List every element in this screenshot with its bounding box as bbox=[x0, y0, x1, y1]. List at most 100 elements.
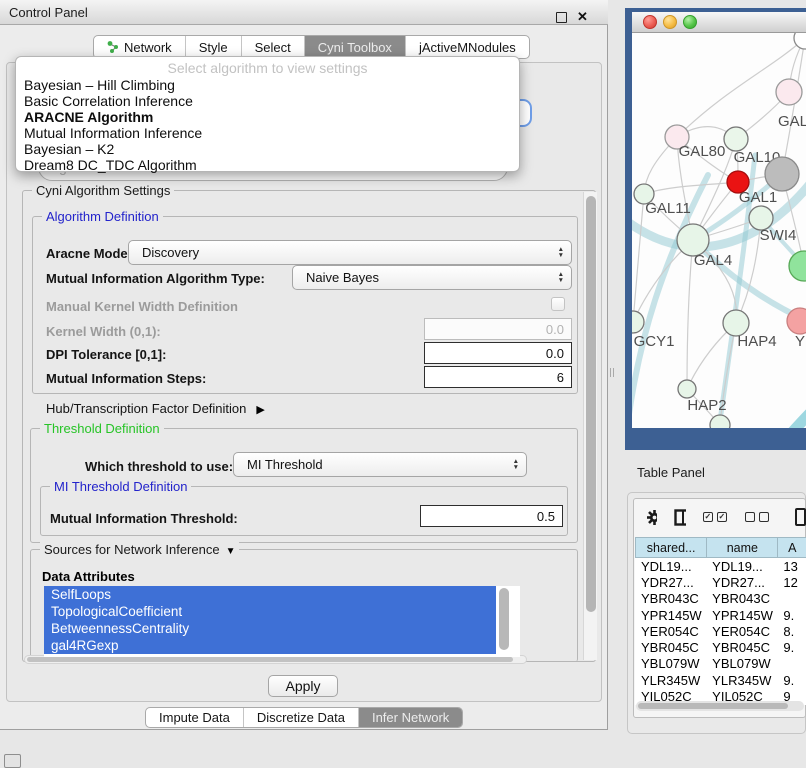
data-attributes-list[interactable]: SelfLoopsTopologicalCoefficientBetweenne… bbox=[44, 586, 520, 657]
data-attribute-item[interactable]: SelfLoops bbox=[44, 586, 496, 603]
list-scrollbar-thumb[interactable] bbox=[499, 588, 509, 650]
zoom-traffic-light-icon[interactable] bbox=[683, 15, 697, 29]
table-cell bbox=[777, 591, 806, 607]
network-node-gal10[interactable] bbox=[724, 127, 748, 151]
algorithm-option[interactable]: ARACNE Algorithm bbox=[16, 109, 519, 125]
stepper-arrows-icon bbox=[558, 247, 564, 258]
tab-select[interactable]: Select bbox=[242, 36, 305, 58]
tab-label: Style bbox=[199, 40, 228, 55]
sources-group-title[interactable]: Sources for Network Inference bbox=[40, 542, 239, 557]
network-node[interactable] bbox=[794, 33, 806, 49]
network-node-label: GCY1 bbox=[634, 333, 675, 350]
stepper-arrows-icon bbox=[558, 272, 564, 283]
table-cell: YBL079W bbox=[635, 656, 706, 672]
table-row[interactable]: YBR045CYBR045C9. bbox=[635, 639, 806, 655]
table-row[interactable]: YDL19...YDL19...13 bbox=[635, 558, 806, 574]
network-node-hap2[interactable] bbox=[678, 380, 696, 398]
network-nodes[interactable]: GALGAL80GAL10GAL1GAL11SWI4GAL4GCY1HAP4YH… bbox=[632, 33, 806, 428]
network-graph: GALGAL80GAL10GAL1GAL11SWI4GAL4GCY1HAP4YH… bbox=[632, 33, 806, 428]
hub-definition-toggle[interactable]: Hub/Transcription Factor Definition bbox=[46, 401, 265, 416]
checked-columns-icon[interactable]: ✓ ✓ bbox=[703, 512, 731, 522]
network-view-window[interactable]: GALGAL80GAL10GAL1GAL11SWI4GAL4GCY1HAP4YH… bbox=[625, 8, 806, 450]
algorithm-option[interactable]: Bayesian – K2 bbox=[16, 141, 519, 157]
table-row[interactable]: YPR145WYPR145W9. bbox=[635, 607, 806, 623]
table-row[interactable]: YER054CYER054C8. bbox=[635, 623, 806, 639]
mi-threshold-field[interactable]: 0.5 bbox=[420, 505, 563, 527]
cyni-bottom-tabs: Impute Data Discretize DataInfer Network bbox=[145, 707, 463, 728]
network-node[interactable] bbox=[765, 157, 799, 191]
dpi-tolerance-label: DPI Tolerance [0,1]: bbox=[46, 347, 166, 362]
node-table[interactable]: shared...nameA YDL19...YDL19...13YDR27..… bbox=[635, 537, 806, 705]
column-header[interactable]: A bbox=[777, 537, 806, 558]
network-node-gal[interactable] bbox=[776, 79, 802, 105]
tab-label: Cyni Toolbox bbox=[318, 40, 392, 55]
table-cell: YDR27... bbox=[706, 574, 777, 590]
tab-jactivemnodules[interactable]: jActiveMNodules bbox=[406, 36, 529, 58]
table-row[interactable]: YLR345WYLR345W9. bbox=[635, 672, 806, 688]
close-icon[interactable]: ✕ bbox=[577, 9, 588, 25]
tab-label: jActiveMNodules bbox=[419, 40, 516, 55]
stepper-arrows-icon bbox=[513, 459, 519, 470]
tab-infer-network[interactable]: Infer Network bbox=[359, 708, 462, 727]
table-cell: YBR045C bbox=[635, 639, 706, 655]
kernel-width-label: Kernel Width (0,1): bbox=[46, 324, 161, 339]
settings-scrollbar[interactable] bbox=[583, 192, 597, 660]
algorithm-option[interactable]: Dream8 DC_TDC Algorithm bbox=[16, 157, 519, 173]
gear-icon[interactable] bbox=[646, 509, 657, 526]
tab-style[interactable]: Style bbox=[186, 36, 242, 58]
tab-label: Impute Data bbox=[159, 710, 230, 725]
network-canvas[interactable]: GALGAL80GAL10GAL1GAL11SWI4GAL4GCY1HAP4YH… bbox=[632, 33, 806, 428]
table-cell: 9. bbox=[777, 639, 806, 655]
apply-button[interactable]: Apply bbox=[268, 675, 338, 697]
kernel-width-field[interactable]: 0.0 bbox=[424, 318, 572, 340]
table-row[interactable]: YBL079WYBL079W bbox=[635, 656, 806, 672]
table-cell: YLR345W bbox=[706, 672, 777, 688]
table-cell: 9. bbox=[777, 672, 806, 688]
which-threshold-select[interactable]: MI Threshold bbox=[233, 452, 527, 477]
unchecked-columns-icon[interactable] bbox=[745, 512, 773, 522]
table-row[interactable]: YDR27...YDR27...12 bbox=[635, 574, 806, 590]
table-cell: 12 bbox=[777, 574, 806, 590]
close-traffic-light-icon[interactable] bbox=[643, 15, 657, 29]
export-table-icon[interactable] bbox=[795, 508, 806, 526]
split-columns-icon[interactable] bbox=[674, 509, 686, 526]
column-header[interactable]: name bbox=[706, 537, 777, 558]
network-node[interactable] bbox=[789, 251, 806, 281]
table-horizontal-scrollbar[interactable] bbox=[636, 701, 804, 711]
threshold-definition-title: Threshold Definition bbox=[40, 421, 164, 436]
dpi-tolerance-field[interactable]: 0.0 bbox=[424, 342, 572, 364]
column-header[interactable]: shared... bbox=[635, 537, 706, 558]
network-node-label: GAL80 bbox=[679, 143, 726, 160]
table-panel-title: Table Panel bbox=[637, 465, 705, 480]
algorithm-dropdown-list: Select algorithm to view settings Bayesi… bbox=[15, 56, 520, 172]
dpi-tolerance-value: 0.0 bbox=[546, 346, 564, 361]
data-attribute-item[interactable]: TopologicalCoefficient bbox=[44, 603, 496, 620]
network-node-y[interactable] bbox=[787, 308, 806, 334]
algorithm-option[interactable]: Mutual Information Inference bbox=[16, 125, 519, 141]
tab-cyni-toolbox[interactable]: Cyni Toolbox bbox=[305, 36, 406, 58]
algorithm-option[interactable]: Bayesian – Hill Climbing bbox=[16, 77, 519, 93]
aracne-mode-select[interactable]: Discovery bbox=[128, 240, 572, 265]
minimize-traffic-light-icon[interactable] bbox=[663, 15, 677, 29]
tab-discretize-data[interactable]: Discretize Data bbox=[244, 708, 359, 727]
mi-type-select[interactable]: Naive Bayes bbox=[292, 265, 572, 290]
tab-impute-data[interactable]: Impute Data bbox=[146, 708, 244, 727]
manual-kernel-label: Manual Kernel Width Definition bbox=[46, 299, 238, 314]
manual-kernel-checkbox[interactable] bbox=[551, 297, 565, 311]
table-cell: 9. bbox=[777, 607, 806, 623]
network-node-gcy1[interactable] bbox=[632, 311, 644, 333]
data-attribute-item[interactable]: gal4RGexp bbox=[44, 637, 496, 654]
network-node-label: HAP4 bbox=[737, 333, 776, 350]
mi-steps-field[interactable]: 6 bbox=[424, 366, 572, 388]
data-attribute-item[interactable]: BetweennessCentrality bbox=[44, 620, 496, 637]
tab-label: Network bbox=[124, 40, 172, 55]
table-cell: YBR043C bbox=[706, 591, 777, 607]
minimized-panel-icon[interactable] bbox=[4, 754, 21, 768]
table-row[interactable]: YBR043CYBR043C bbox=[635, 591, 806, 607]
algorithm-option[interactable]: Basic Correlation Inference bbox=[16, 93, 519, 109]
panel-divider-grip[interactable] bbox=[610, 368, 614, 377]
tab-network[interactable]: Network bbox=[94, 36, 186, 58]
mi-steps-label: Mutual Information Steps: bbox=[46, 371, 206, 386]
network-node-label: GAL11 bbox=[645, 200, 691, 217]
float-window-icon[interactable] bbox=[556, 12, 567, 23]
